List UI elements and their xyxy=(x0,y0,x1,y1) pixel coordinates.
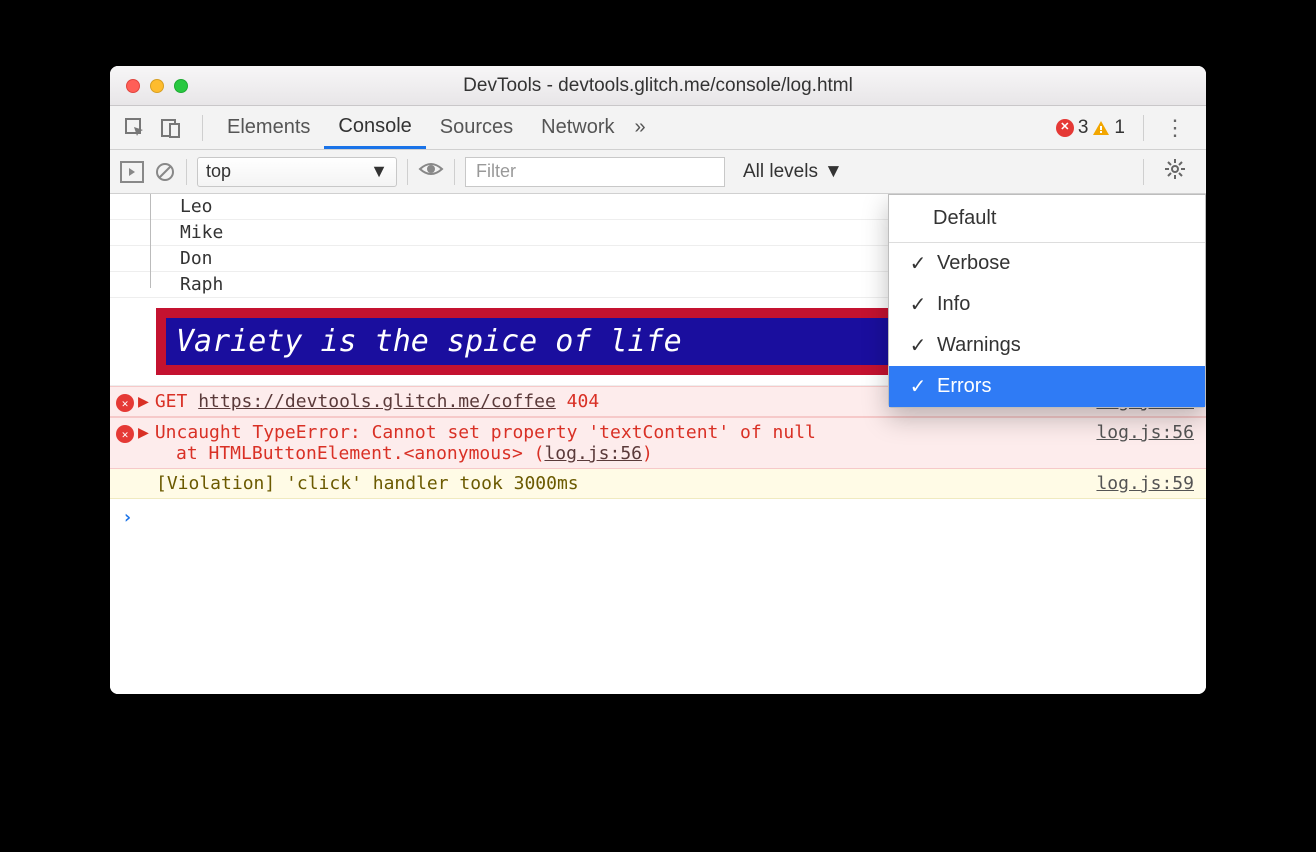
error-icon xyxy=(1056,119,1074,137)
filter-placeholder: Filter xyxy=(476,161,516,182)
level-option-verbose[interactable]: ✓ Verbose xyxy=(889,243,1205,284)
chevron-down-icon: ▼ xyxy=(824,161,843,183)
chevron-down-icon: ▼ xyxy=(370,161,388,182)
tab-sources[interactable]: Sources xyxy=(426,106,527,149)
inspect-element-icon[interactable] xyxy=(120,113,150,143)
main-tabstrip: Elements Console Sources Network » 3 1 ⋮ xyxy=(110,106,1206,150)
console-output: Leo Mike Don Raph Variety is the spice o… xyxy=(110,194,1206,694)
tree-guide xyxy=(150,194,151,288)
warning-count: 1 xyxy=(1114,117,1125,139)
zoom-window-button[interactable] xyxy=(174,79,188,93)
level-option-errors[interactable]: ✓ Errors xyxy=(889,366,1205,407)
check-icon: ✓ xyxy=(909,292,927,317)
log-levels-select[interactable]: All levels ▼ xyxy=(735,161,851,183)
filter-input[interactable]: Filter xyxy=(465,157,725,187)
check-icon: ✓ xyxy=(909,333,927,358)
console-toolbar: top ▼ Filter All levels ▼ xyxy=(110,150,1206,194)
stack-link[interactable]: log.js:56 xyxy=(544,443,642,464)
violation-message: [Violation] 'click' handler took 3000ms xyxy=(156,473,579,494)
stack-frame: at HTMLButtonElement.<anonymous> (log.js… xyxy=(138,443,1194,464)
window-title: DevTools - devtools.glitch.me/console/lo… xyxy=(110,75,1206,97)
separator xyxy=(1143,159,1144,185)
check-icon: ✓ xyxy=(909,374,927,399)
devtools-window: DevTools - devtools.glitch.me/console/lo… xyxy=(110,66,1206,694)
live-expression-icon[interactable] xyxy=(418,159,444,185)
check-icon: ✓ xyxy=(909,251,927,276)
level-option-info[interactable]: ✓ Info xyxy=(889,284,1205,325)
clear-console-icon[interactable] xyxy=(154,161,176,183)
minimize-window-button[interactable] xyxy=(150,79,164,93)
request-url[interactable]: https://devtools.glitch.me/coffee xyxy=(198,391,556,412)
request-method: GET xyxy=(155,391,188,412)
separator xyxy=(202,115,203,141)
separator xyxy=(186,159,187,185)
execution-context-select[interactable]: top ▼ xyxy=(197,157,397,187)
separator xyxy=(407,159,408,185)
warning-icon xyxy=(1092,119,1110,137)
expand-icon[interactable]: ▶ xyxy=(138,422,149,443)
console-settings-icon[interactable] xyxy=(1154,158,1196,186)
tab-elements[interactable]: Elements xyxy=(213,106,324,149)
tab-console[interactable]: Console xyxy=(324,106,425,149)
tabs-overflow-button[interactable]: » xyxy=(629,106,652,149)
traffic-lights xyxy=(110,79,188,93)
separator xyxy=(454,159,455,185)
error-message: Uncaught TypeError: Cannot set property … xyxy=(155,422,1077,443)
dropdown-default-option[interactable]: Default xyxy=(889,195,1205,243)
violation-log-entry[interactable]: [Violation] 'click' handler took 3000ms … xyxy=(110,469,1206,499)
error-count-badge[interactable]: 3 xyxy=(1056,117,1089,139)
status-code: 404 xyxy=(567,391,600,412)
more-options-icon[interactable]: ⋮ xyxy=(1154,115,1196,141)
close-window-button[interactable] xyxy=(126,79,140,93)
console-prompt[interactable]: › xyxy=(110,499,1206,536)
tab-network[interactable]: Network xyxy=(527,106,628,149)
error-log-entry[interactable]: ▶ Uncaught TypeError: Cannot set propert… xyxy=(110,417,1206,469)
warning-count-badge[interactable]: 1 xyxy=(1092,117,1125,139)
titlebar: DevTools - devtools.glitch.me/console/lo… xyxy=(110,66,1206,106)
error-icon xyxy=(116,425,134,443)
expand-icon[interactable]: ▶ xyxy=(138,391,149,412)
context-value: top xyxy=(206,161,231,182)
log-levels-dropdown: Default ✓ Verbose ✓ Info ✓ Warnings ✓ Er… xyxy=(888,194,1206,408)
error-count: 3 xyxy=(1078,117,1089,139)
level-option-warnings[interactable]: ✓ Warnings xyxy=(889,325,1205,366)
source-link[interactable]: log.js:56 xyxy=(1076,422,1194,443)
error-icon xyxy=(116,394,134,412)
source-link[interactable]: log.js:59 xyxy=(1076,473,1194,494)
separator xyxy=(1143,115,1144,141)
levels-label: All levels xyxy=(743,161,818,183)
prompt-chevron-icon: › xyxy=(122,507,133,528)
toggle-sidebar-icon[interactable] xyxy=(120,161,144,183)
device-toolbar-icon[interactable] xyxy=(156,113,186,143)
